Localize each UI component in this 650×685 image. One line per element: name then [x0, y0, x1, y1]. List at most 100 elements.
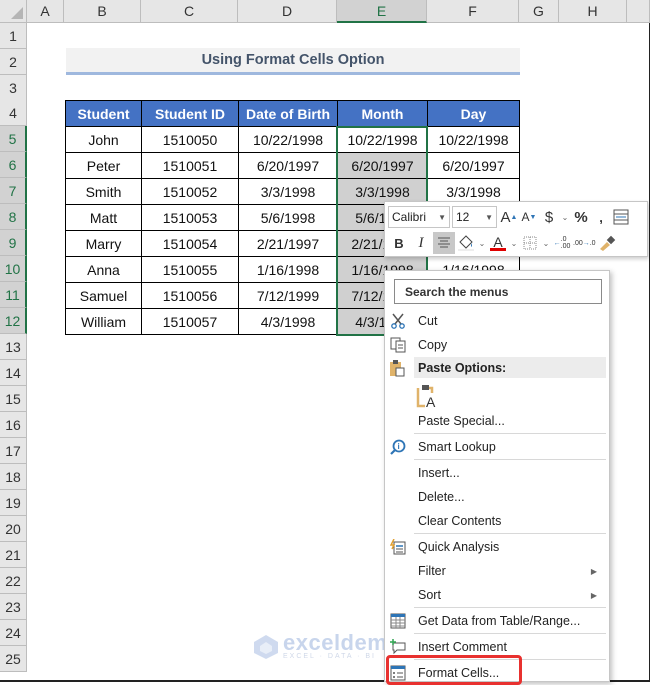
dob-cell[interactable]: 7/12/1999 — [238, 282, 338, 309]
row-header-9[interactable]: 9 — [0, 230, 27, 256]
font-color-button[interactable]: A — [489, 232, 507, 254]
row-header-21[interactable]: 21 — [0, 542, 27, 568]
row-header-14[interactable]: 14 — [0, 360, 27, 386]
percent-button[interactable]: % — [572, 206, 590, 228]
dob-cell[interactable]: 6/20/1997 — [238, 152, 338, 179]
student-id-cell[interactable]: 1510055 — [141, 256, 239, 283]
row-header-25[interactable]: 25 — [0, 646, 27, 672]
student-cell[interactable]: William — [65, 308, 142, 335]
column-header-a[interactable]: A — [27, 0, 64, 23]
month-cell[interactable]: 6/20/1997 — [337, 152, 428, 179]
menu-item-paste-special[interactable]: Paste Special... — [385, 409, 609, 433]
student-id-cell[interactable]: 1510051 — [141, 152, 239, 179]
dob-cell[interactable]: 4/3/1998 — [238, 308, 338, 335]
student-cell[interactable]: John — [65, 126, 142, 153]
borders-dropdown-icon[interactable]: ⌄ — [541, 232, 551, 254]
currency-button[interactable]: $ — [540, 206, 558, 228]
menu-item-format-cells[interactable]: Format Cells... — [385, 661, 609, 685]
menu-item-get-data[interactable]: Get Data from Table/Range... — [385, 609, 609, 633]
bold-button[interactable]: B — [389, 232, 409, 254]
row-header-13[interactable]: 13 — [0, 334, 27, 360]
shrink-font-button[interactable]: A ▼ — [520, 206, 538, 228]
increase-decimal-button[interactable]: ← .0.00 — [553, 232, 571, 254]
student-id-cell[interactable]: 1510054 — [141, 230, 239, 257]
row-header-4[interactable]: 4 — [0, 100, 27, 126]
row-header-5[interactable]: 5 — [0, 126, 27, 152]
row-header-2[interactable]: 2 — [0, 49, 27, 75]
menu-item-cut[interactable]: Cut — [385, 309, 609, 333]
menu-item-clear-contents[interactable]: Clear Contents — [385, 509, 609, 533]
row-header-7[interactable]: 7 — [0, 178, 27, 204]
student-id-cell[interactable]: 1510050 — [141, 126, 239, 153]
borders-button[interactable] — [521, 232, 539, 254]
menu-item-quick-analysis[interactable]: Quick Analysis — [385, 535, 609, 559]
menu-item-insert-comment[interactable]: Insert Comment — [385, 635, 609, 659]
day-cell[interactable]: 10/22/1998 — [427, 126, 520, 153]
student-cell[interactable]: Marry — [65, 230, 142, 257]
row-header-15[interactable]: 15 — [0, 386, 27, 412]
menu-item-sort[interactable]: Sort ▶ — [385, 583, 609, 607]
header-student-id[interactable]: Student ID — [141, 100, 239, 127]
row-header-3[interactable]: 3 — [0, 75, 27, 101]
dob-cell[interactable]: 10/22/1998 — [238, 126, 338, 153]
fill-color-dropdown-icon[interactable]: ⌄ — [477, 232, 487, 254]
student-cell[interactable]: Smith — [65, 178, 142, 205]
row-header-20[interactable]: 20 — [0, 516, 27, 542]
column-header-h[interactable]: H — [559, 0, 627, 23]
column-header-g[interactable]: G — [519, 0, 559, 23]
grow-font-button[interactable]: A ▲ — [500, 206, 518, 228]
column-header-b[interactable]: B — [64, 0, 141, 23]
column-header-f[interactable]: F — [427, 0, 519, 23]
header-month[interactable]: Month — [337, 100, 428, 127]
column-header-blank[interactable] — [627, 0, 650, 23]
student-cell[interactable]: Matt — [65, 204, 142, 231]
row-header-22[interactable]: 22 — [0, 568, 27, 594]
row-header-6[interactable]: 6 — [0, 152, 27, 178]
decrease-decimal-button[interactable]: .00 → .0 — [573, 232, 596, 254]
month-cell[interactable]: 10/22/1998 — [337, 126, 428, 153]
student-cell[interactable]: Samuel — [65, 282, 142, 309]
dob-cell[interactable]: 1/16/1998 — [238, 256, 338, 283]
row-header-17[interactable]: 17 — [0, 438, 27, 464]
student-id-cell[interactable]: 1510057 — [141, 308, 239, 335]
menu-item-delete[interactable]: Delete... — [385, 485, 609, 509]
font-color-dropdown-icon[interactable]: ⌄ — [509, 232, 519, 254]
student-cell[interactable]: Anna — [65, 256, 142, 283]
header-day[interactable]: Day — [427, 100, 520, 127]
search-menus-input[interactable]: Search the menus — [394, 279, 602, 304]
row-header-19[interactable]: 19 — [0, 490, 27, 516]
column-header-c[interactable]: C — [141, 0, 238, 23]
column-header-e[interactable]: E — [337, 0, 427, 23]
student-cell[interactable]: Peter — [65, 152, 142, 179]
select-all-button[interactable] — [0, 0, 27, 23]
student-id-cell[interactable]: 1510056 — [141, 282, 239, 309]
currency-dropdown-icon[interactable]: ⌄ — [560, 206, 570, 228]
student-id-cell[interactable]: 1510052 — [141, 178, 239, 205]
row-header-18[interactable]: 18 — [0, 464, 27, 490]
dob-cell[interactable]: 2/21/1997 — [238, 230, 338, 257]
format-painter-button[interactable] — [598, 232, 616, 254]
day-cell[interactable]: 6/20/1997 — [427, 152, 520, 179]
menu-item-smart-lookup[interactable]: i Smart Lookup — [385, 435, 609, 459]
font-name-combo[interactable]: Calibri ▼ — [388, 206, 450, 228]
row-header-24[interactable]: 24 — [0, 620, 27, 646]
header-student[interactable]: Student — [65, 100, 142, 127]
fill-color-button[interactable] — [457, 232, 475, 254]
row-header-12[interactable]: 12 — [0, 308, 27, 334]
header-date-of-birth[interactable]: Date of Birth — [238, 100, 338, 127]
center-align-button[interactable] — [433, 232, 455, 254]
row-header-23[interactable]: 23 — [0, 594, 27, 620]
column-header-d[interactable]: D — [238, 0, 337, 23]
font-size-combo[interactable]: 12 ▼ — [452, 206, 497, 228]
student-id-cell[interactable]: 1510053 — [141, 204, 239, 231]
italic-button[interactable]: I — [411, 232, 431, 254]
menu-item-insert[interactable]: Insert... — [385, 461, 609, 485]
row-header-1[interactable]: 1 — [0, 23, 27, 49]
merge-center-button[interactable] — [612, 206, 630, 228]
row-header-16[interactable]: 16 — [0, 412, 27, 438]
row-header-10[interactable]: 10 — [0, 256, 27, 282]
dob-cell[interactable]: 3/3/1998 — [238, 178, 338, 205]
menu-item-copy[interactable]: Copy — [385, 333, 609, 357]
row-header-11[interactable]: 11 — [0, 282, 27, 308]
row-header-8[interactable]: 8 — [0, 204, 27, 230]
